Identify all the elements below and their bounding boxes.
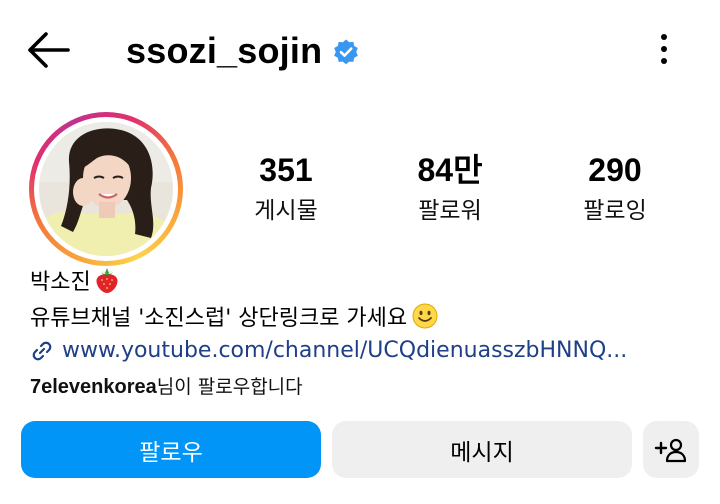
more-vertical-icon bbox=[661, 34, 667, 64]
message-button-label: 메시지 bbox=[450, 439, 514, 466]
message-button[interactable]: 메시지 bbox=[332, 421, 632, 478]
posts-count: 351 bbox=[259, 152, 313, 188]
stat-following[interactable]: 290 팔로잉 bbox=[545, 150, 685, 228]
bio-name-row: 박소진 bbox=[30, 264, 121, 296]
followed-by-username[interactable]: 7elevenkorea bbox=[30, 376, 157, 398]
bio-link[interactable]: www.youtube.com/channel/UCQdienuasszbHNN… bbox=[30, 338, 627, 363]
followers-label: 팔로워 bbox=[418, 198, 482, 224]
follow-button-label: 팔로우 bbox=[139, 439, 203, 466]
bio-description: 유튜브채널 '소진스럽' 상단링크로 가세요 bbox=[30, 306, 408, 331]
arrow-left-icon bbox=[28, 32, 70, 68]
profile-username: ssozi_sojin bbox=[126, 30, 323, 71]
follow-button[interactable]: 팔로우 bbox=[21, 421, 321, 478]
add-user-icon bbox=[654, 438, 687, 462]
profile-display-name: 박소진 bbox=[30, 270, 91, 295]
profile-header: ssozi_sojin bbox=[126, 24, 360, 78]
verified-badge-icon bbox=[334, 39, 359, 65]
more-options-button[interactable] bbox=[652, 31, 676, 67]
bio-link-text[interactable]: www.youtube.com/channel/UCQdienuasszbHNN… bbox=[62, 338, 627, 363]
stat-posts[interactable]: 351 게시물 bbox=[216, 150, 356, 228]
smiling-face-icon bbox=[412, 303, 438, 329]
add-user-button[interactable] bbox=[643, 421, 699, 478]
followed-by-text[interactable]: 7elevenkorea님이 팔로우합니다 bbox=[30, 372, 303, 399]
stat-followers[interactable]: 84만 팔로워 bbox=[380, 150, 520, 228]
strawberry-icon bbox=[96, 268, 118, 293]
followers-count: 84만 bbox=[417, 152, 483, 188]
link-icon bbox=[32, 341, 52, 360]
bio-text-row: 유튜브채널 '소진스럽' 상단링크로 가세요 bbox=[30, 300, 439, 332]
following-count: 290 bbox=[588, 152, 642, 188]
followed-by-suffix: 님이 팔로우합니다 bbox=[156, 376, 303, 398]
profile-avatar-story-ring[interactable] bbox=[29, 112, 183, 266]
avatar bbox=[39, 122, 173, 256]
posts-label: 게시물 bbox=[254, 198, 318, 224]
back-button[interactable] bbox=[26, 30, 72, 70]
following-label: 팔로잉 bbox=[583, 198, 647, 224]
